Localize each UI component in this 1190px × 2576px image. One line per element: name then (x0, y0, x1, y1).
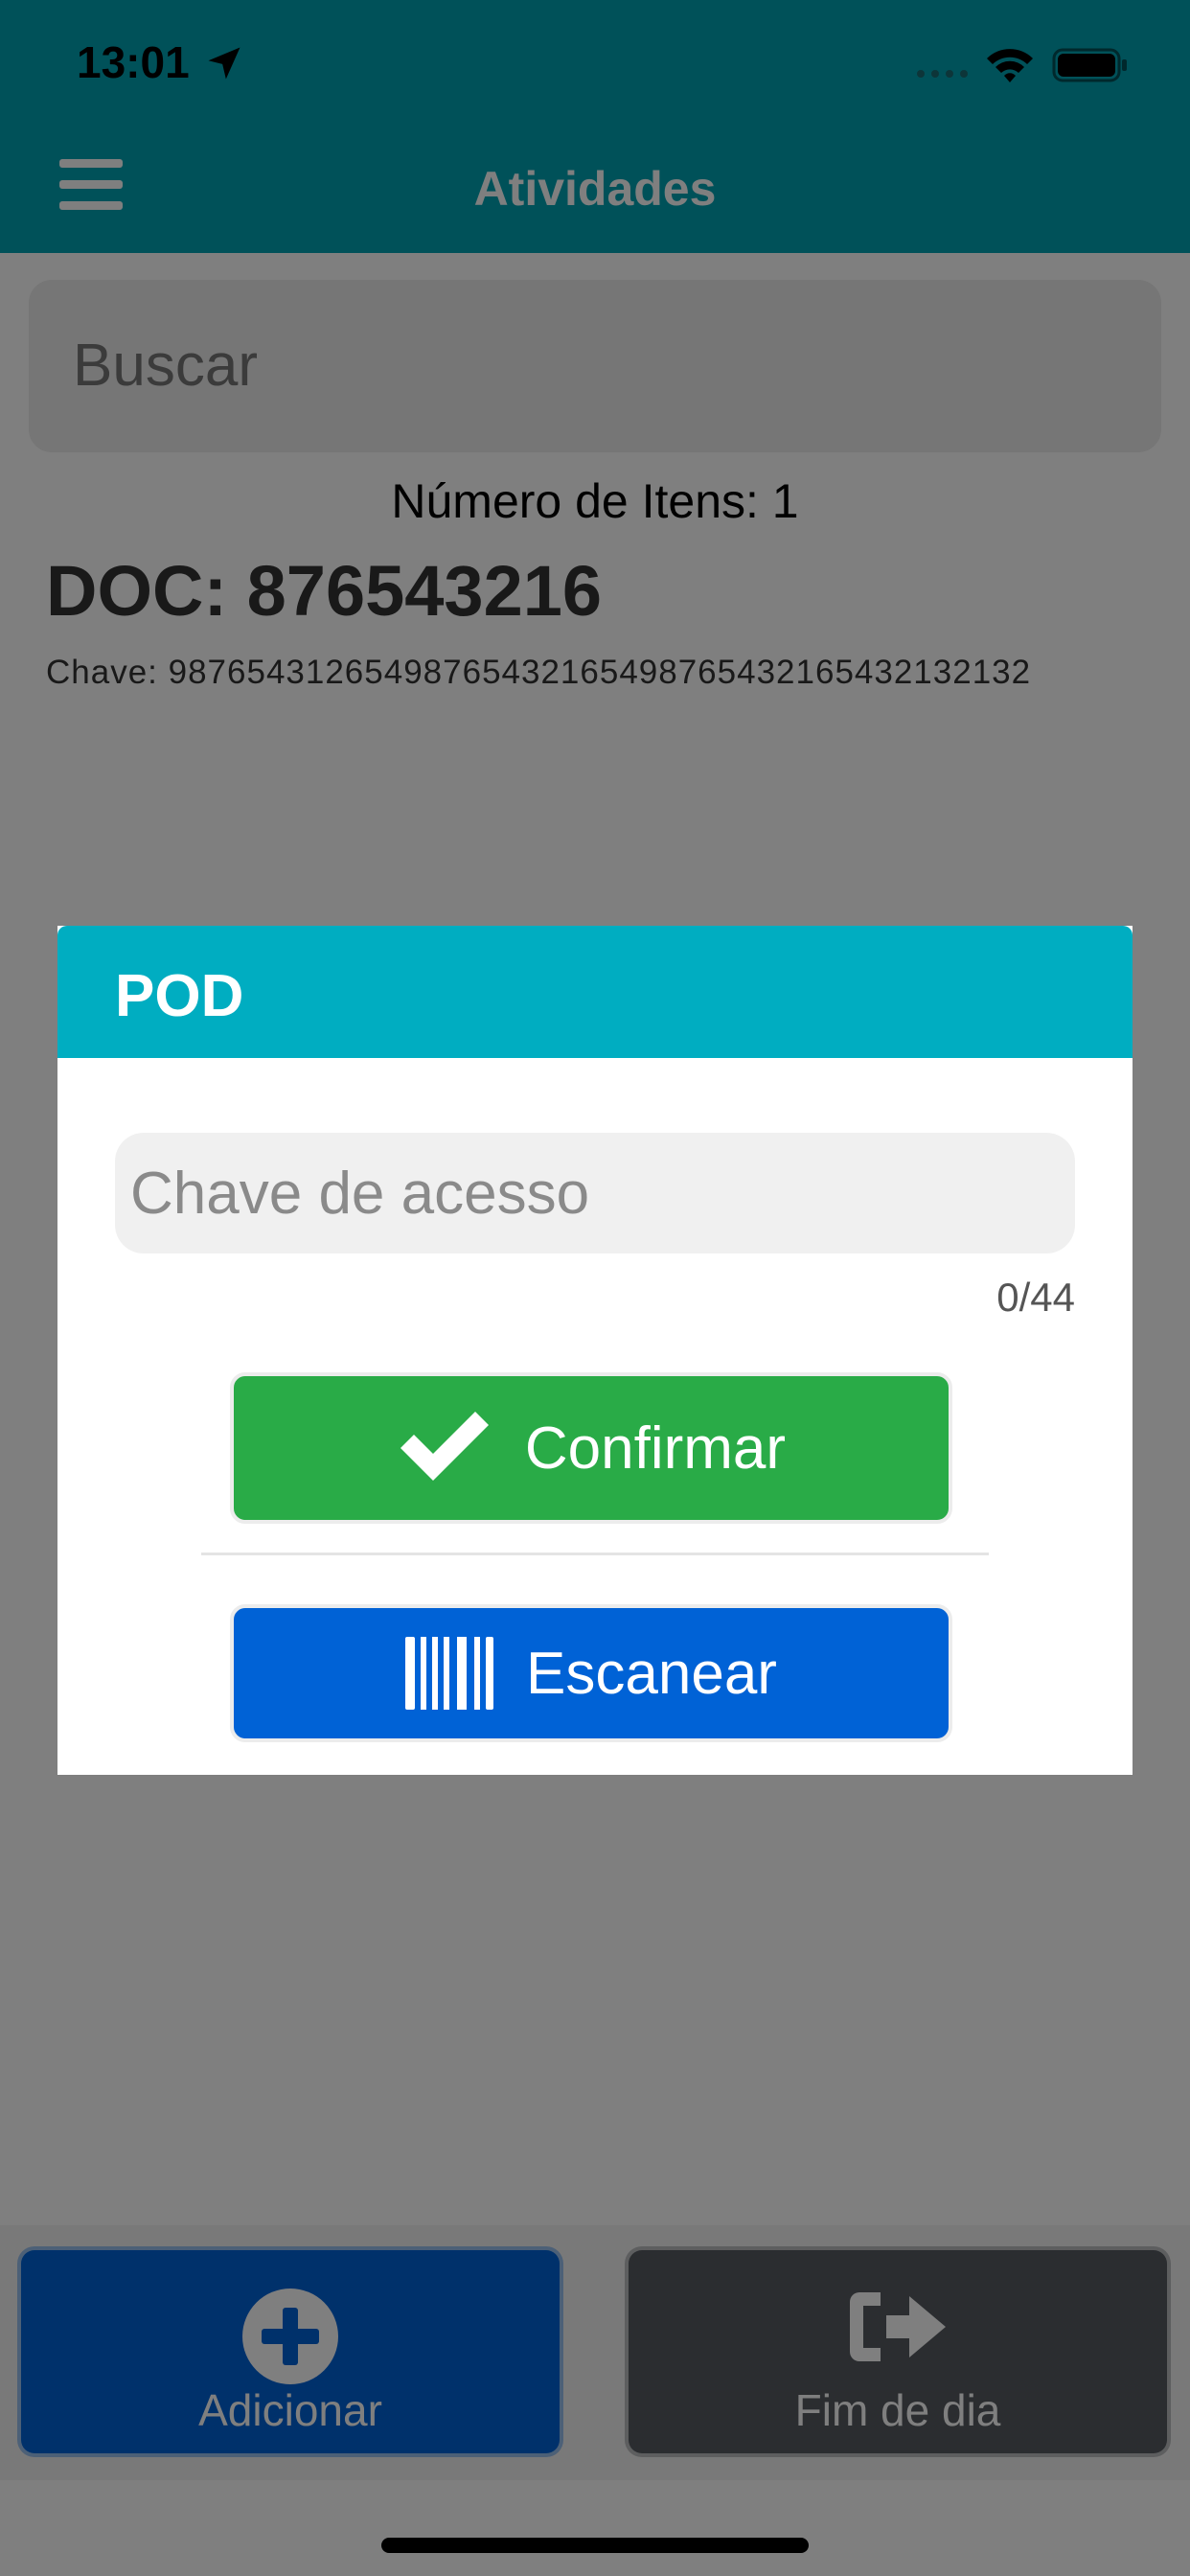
char-counter: 0/44 (996, 1275, 1075, 1320)
scan-button-content: Escanear (234, 1608, 949, 1738)
modal-header: POD (57, 926, 1133, 1058)
checkmark-icon (400, 1412, 489, 1481)
modal-title: POD (115, 963, 244, 1029)
barcode-icon (405, 1637, 494, 1710)
access-key-input[interactable] (115, 1133, 1075, 1254)
app-screen: 13:01 Atividades Buscar Número de (0, 0, 1190, 2576)
scan-button-label: Escanear (526, 1640, 777, 1707)
confirm-button-label: Confirmar (524, 1414, 787, 1482)
modal-divider (201, 1552, 989, 1555)
confirm-button[interactable]: Confirmar (230, 1372, 952, 1524)
scan-button[interactable]: Escanear (230, 1604, 952, 1742)
pod-modal: POD 0/44 Confirmar (57, 926, 1133, 1775)
confirm-button-content: Confirmar (234, 1376, 949, 1520)
